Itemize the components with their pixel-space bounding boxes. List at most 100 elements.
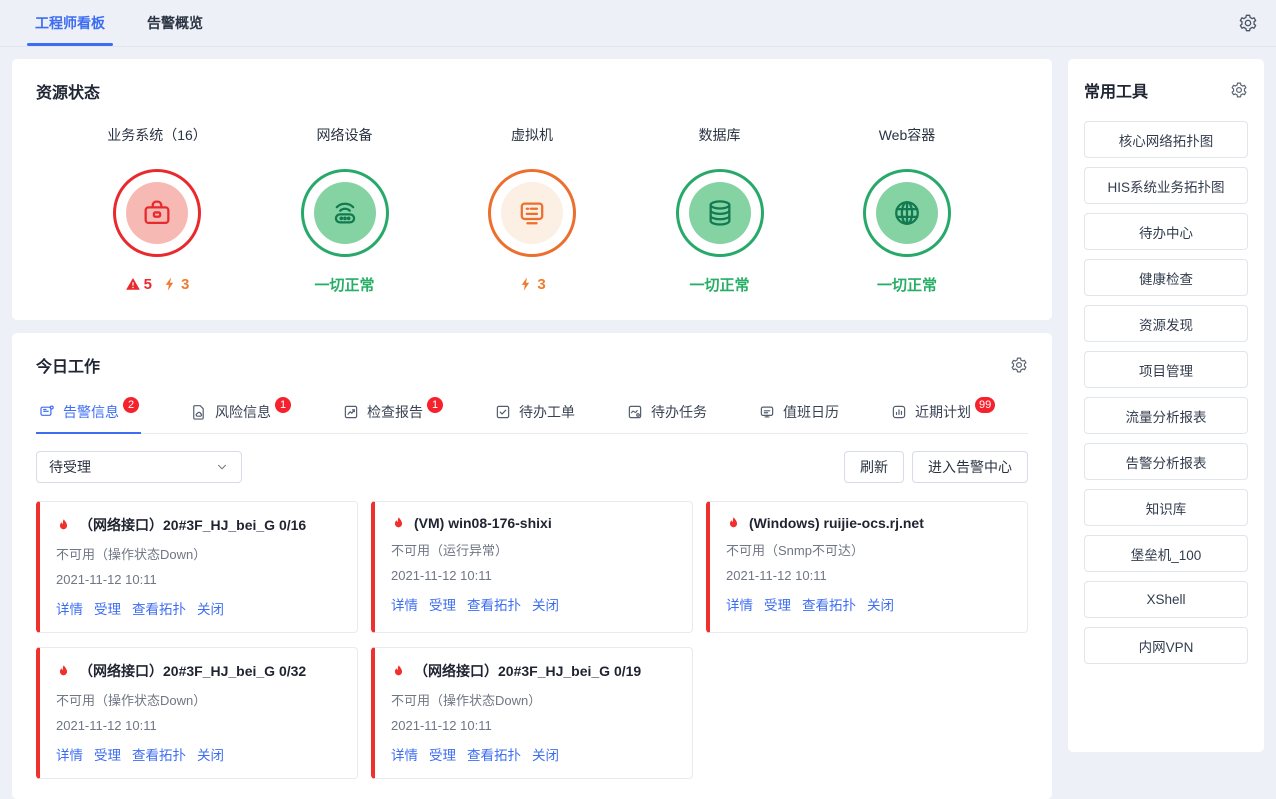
work-tab-6[interactable]: 近期计划99 <box>888 393 997 433</box>
resource-ring-fill <box>126 182 188 244</box>
work-tab-label: 风险信息 <box>215 402 271 422</box>
view-topology-link[interactable]: 查看拓扑 <box>132 744 186 764</box>
alert-card-description: 不可用（操作状态Down） <box>56 544 341 563</box>
view-topology-link[interactable]: 查看拓扑 <box>467 744 521 764</box>
resource-item[interactable]: 虚拟机3 <box>457 125 607 294</box>
detail-link[interactable]: 详情 <box>391 594 418 614</box>
close-link[interactable]: 关闭 <box>197 598 224 618</box>
tool-button[interactable]: 知识库 <box>1084 489 1248 526</box>
resource-item[interactable]: 网络设备一切正常 <box>270 125 420 294</box>
detail-link[interactable]: 详情 <box>56 598 83 618</box>
tool-button[interactable]: XShell <box>1084 581 1248 618</box>
detail-link[interactable]: 详情 <box>56 744 83 764</box>
tab-count-badge: 1 <box>427 397 443 413</box>
accept-link[interactable]: 受理 <box>429 594 456 614</box>
report-chart-icon <box>342 403 360 421</box>
accept-link[interactable]: 受理 <box>94 598 121 618</box>
resource-ring-fill <box>314 182 376 244</box>
work-tab-label: 近期计划 <box>915 402 971 422</box>
task-activity-icon <box>626 403 644 421</box>
tool-button[interactable]: 内网VPN <box>1084 627 1248 664</box>
work-tab-3[interactable]: 待办工单 <box>492 393 577 433</box>
work-tab-4[interactable]: 待办任务 <box>624 393 709 433</box>
work-tab-5[interactable]: 值班日历 <box>756 393 841 433</box>
resource-status: 一切正常 <box>314 274 374 294</box>
close-link[interactable]: 关闭 <box>197 744 224 764</box>
alert-card-actions: 详情受理查看拓扑关闭 <box>391 744 676 764</box>
tools-panel-header: 常用工具 <box>1084 78 1248 102</box>
today-settings-gear-icon[interactable] <box>1010 356 1028 374</box>
resource-status-panel: 资源状态 业务系统（16）53网络设备一切正常虚拟机3数据库一切正常Web容器一… <box>12 59 1052 320</box>
globe-icon <box>890 196 924 230</box>
alarm-status-filter-select[interactable]: 待受理 <box>36 451 242 483</box>
global-settings-gear-icon[interactable] <box>1238 13 1258 33</box>
alert-card: （网络接口）20#3F_HJ_bei_G 0/32不可用（操作状态Down）20… <box>36 647 358 779</box>
plan-bars-icon <box>890 403 908 421</box>
flame-icon <box>391 516 406 531</box>
enter-alarm-center-button[interactable]: 进入告警中心 <box>912 451 1028 483</box>
alert-card-timestamp: 2021-11-12 10:11 <box>391 718 676 733</box>
database-icon <box>703 196 737 230</box>
work-tab-2[interactable]: 检查报告1 <box>340 393 445 433</box>
nav-tab-0[interactable]: 工程师看板 <box>35 0 105 46</box>
tab-count-badge: 2 <box>123 397 139 413</box>
resource-item[interactable]: 数据库一切正常 <box>645 125 795 294</box>
work-tab-label: 检查报告 <box>367 402 423 422</box>
tab-count-badge: 99 <box>975 397 995 413</box>
alert-card-description: 不可用（Snmp不可达） <box>726 540 1011 559</box>
alert-card-timestamp: 2021-11-12 10:11 <box>56 572 341 587</box>
common-tools-panel: 常用工具 核心网络拓扑图 HIS系统业务拓扑图待办中心健康检查资源发现项目管理流量… <box>1068 59 1264 752</box>
tool-button[interactable]: 流量分析报表 <box>1084 397 1248 434</box>
alert-card-title-row: （网络接口）20#3F_HJ_bei_G 0/32 <box>56 661 341 681</box>
resource-item[interactable]: 业务系统（16）53 <box>82 125 232 294</box>
close-link[interactable]: 关闭 <box>867 594 894 614</box>
alert-card-grid: （网络接口）20#3F_HJ_bei_G 0/16 不可用（操作状态Down） 20… <box>36 501 1028 779</box>
alert-card-actions: 详情受理查看拓扑关闭 <box>56 598 341 618</box>
resource-ring <box>113 169 201 257</box>
tab-count-badge: 1 <box>275 397 291 413</box>
close-link[interactable]: 关闭 <box>532 744 559 764</box>
warning-triangle-icon <box>125 276 141 292</box>
resource-label: 数据库 <box>699 125 741 145</box>
tool-button[interactable]: 健康检查 <box>1084 259 1248 296</box>
chevron-down-icon <box>215 460 229 474</box>
tool-button[interactable]: 待办中心 <box>1084 213 1248 250</box>
work-tab-label: 告警信息 <box>63 402 119 422</box>
alert-card: (Windows) ruijie-ocs.rj.net不可用（Snmp不可达）2… <box>706 501 1028 633</box>
top-tabs: 工程师看板告警概览 <box>35 0 203 46</box>
view-topology-link[interactable]: 查看拓扑 <box>132 598 186 618</box>
alert-card-title-row: (Windows) ruijie-ocs.rj.net <box>726 515 1011 531</box>
view-topology-link[interactable]: 查看拓扑 <box>467 594 521 614</box>
tool-button[interactable]: 告警分析报表 <box>1084 443 1248 480</box>
top-nav-bar: 工程师看板告警概览 <box>0 0 1276 47</box>
tool-button[interactable]: HIS系统业务拓扑图 <box>1084 167 1248 204</box>
tools-settings-gear-icon[interactable] <box>1230 81 1248 99</box>
resource-item[interactable]: Web容器一切正常 <box>832 125 982 294</box>
resource-ring-fill <box>501 182 563 244</box>
alarm-message-icon <box>38 403 56 421</box>
detail-link[interactable]: 详情 <box>726 594 753 614</box>
page-layout: 资源状态 业务系统（16）53网络设备一切正常虚拟机3数据库一切正常Web容器一… <box>0 47 1276 764</box>
flame-icon <box>391 664 406 679</box>
detail-link[interactable]: 详情 <box>391 744 418 764</box>
refresh-button[interactable]: 刷新 <box>844 451 904 483</box>
resource-ring <box>488 169 576 257</box>
alert-card-timestamp: 2021-11-12 10:11 <box>56 718 341 733</box>
tool-button[interactable]: 核心网络拓扑图 <box>1084 121 1248 158</box>
tool-button[interactable]: 资源发现 <box>1084 305 1248 342</box>
work-tab-1[interactable]: 风险信息1 <box>188 393 293 433</box>
work-tab-0[interactable]: 告警信息2 <box>36 393 141 433</box>
accept-link[interactable]: 受理 <box>94 744 121 764</box>
nav-tab-1[interactable]: 告警概览 <box>147 0 203 46</box>
tool-button[interactable]: 项目管理 <box>1084 351 1248 388</box>
lightning-bolt-icon <box>518 276 534 292</box>
resource-label: 业务系统（16） <box>107 125 207 145</box>
view-topology-link[interactable]: 查看拓扑 <box>802 594 856 614</box>
alert-count: 3 <box>518 276 545 293</box>
tool-button[interactable]: 堡垒机_100 <box>1084 535 1248 572</box>
accept-link[interactable]: 受理 <box>764 594 791 614</box>
alert-card-title-row: （网络接口）20#3F_HJ_bei_G 0/16 <box>56 515 341 535</box>
accept-link[interactable]: 受理 <box>429 744 456 764</box>
close-link[interactable]: 关闭 <box>532 594 559 614</box>
lightning-bolt-icon <box>162 276 178 292</box>
